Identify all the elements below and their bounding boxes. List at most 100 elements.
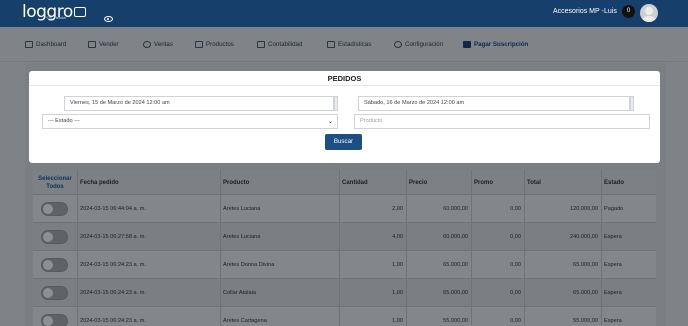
eye-icon[interactable] [104, 16, 113, 22]
buscar-button[interactable]: Buscar [325, 134, 362, 150]
main-nav: Dashboard Vender Ventas Productos Contab… [0, 27, 688, 62]
cell-total: 55.000,00 [524, 307, 601, 326]
cell-estado: Pagado [601, 195, 656, 223]
cell-producto: Collar Atalaia [220, 279, 339, 307]
nav-label: Ventas [154, 40, 173, 48]
cell-estado: Espera [601, 223, 656, 251]
date-from-addon[interactable] [334, 96, 338, 111]
cell-total: 65.000,00 [524, 251, 601, 279]
table-row[interactable]: 2024-03-15 06:24:23 a. m. Collar Atalaia… [33, 279, 656, 307]
nav-label: Dashboard [36, 40, 67, 48]
cell-promo: 0,00 [471, 251, 524, 279]
col-fecha-pedido[interactable]: Fecha pedido [77, 170, 220, 195]
row-select-toggle[interactable] [41, 230, 68, 244]
cell-cantidad: 2,00 [339, 195, 406, 223]
table-header: Seleccionar Todos Fecha pedido Producto … [33, 170, 656, 195]
date-to-field[interactable]: Sábado, 16 de Marzo de 2024 12:00 am [358, 96, 630, 111]
cell-producto: Aretes Cartagena [220, 307, 339, 326]
cell-producto: Aretes Luciana [220, 195, 339, 223]
nav-productos[interactable]: Productos [195, 39, 234, 49]
avatar[interactable] [640, 4, 658, 22]
nav-label: Configuración [405, 40, 444, 48]
notification-badge[interactable]: 0 [622, 5, 635, 18]
nav-estadisticas[interactable]: Estadísticas [327, 39, 371, 49]
select-all-label: Todos [46, 183, 64, 190]
date-from-field[interactable]: Viernes, 15 de Marzo de 2024 12:00 am [64, 96, 334, 111]
cell-cantidad: 4,00 [339, 223, 406, 251]
select-all-label: Seleccionar [38, 175, 72, 182]
estado-select[interactable]: --- Estado --- ⌄ [42, 114, 338, 129]
row-select-toggle[interactable] [41, 286, 68, 300]
page-title: PEDIDOS [327, 74, 362, 83]
col-total[interactable]: Total [524, 170, 601, 195]
cell-total: 65.000,00 [524, 279, 601, 307]
select-all-header[interactable]: Seleccionar Todos [33, 170, 77, 195]
nav-ventas[interactable]: Ventas [143, 39, 173, 49]
dollar-icon [143, 40, 151, 48]
col-producto[interactable]: Producto [220, 170, 339, 195]
logo-subtitle: POS Tienda [44, 15, 66, 20]
divider [29, 85, 660, 86]
store-selector[interactable]: Accesorios MP - [553, 8, 604, 15]
row-select-toggle[interactable] [41, 314, 68, 326]
nav-label: Contabilidad [268, 40, 303, 48]
user-name[interactable]: Luis [604, 8, 617, 15]
estado-selected-value: --- Estado --- [48, 118, 80, 124]
cell-precio: 55.000,00 [406, 307, 471, 326]
table-row[interactable]: 2024-03-15 06:24:23 a. m. Aretes Donna D… [33, 251, 656, 279]
table-row[interactable]: 2024-03-15 06:44:04 a. m. Aretes Luciana… [33, 195, 656, 223]
cell-fecha: 2024-03-15 06:24:23 a. m. [77, 251, 220, 279]
col-promo[interactable]: Promo [471, 170, 524, 195]
cell-precio: 60.000,00 [406, 195, 471, 223]
col-estado[interactable]: Estado [601, 170, 656, 195]
cell-estado: Espera [601, 279, 656, 307]
card-icon [463, 40, 471, 48]
cell-total: 120.000,00 [524, 195, 601, 223]
chart-icon [327, 40, 335, 48]
basket-icon [195, 40, 203, 48]
cell-cantidad: 1,00 [339, 307, 406, 326]
row-toggle-cell [33, 307, 77, 326]
nav-dashboard[interactable]: Dashboard [25, 39, 66, 49]
cell-promo: 0,00 [471, 307, 524, 326]
table-row[interactable]: 2024-03-15 06:24:23 a. m. Aretes Cartage… [33, 307, 656, 326]
table-row[interactable]: 2024-03-15 06:27:58 a. m. Aretes Luciana… [33, 223, 656, 251]
row-toggle-cell [33, 195, 77, 223]
cell-promo: 0,00 [471, 195, 524, 223]
cell-estado: Espera [601, 307, 656, 326]
cart-logo-icon [73, 7, 86, 17]
cell-fecha: 2024-03-15 06:24:23 a. m. [77, 279, 220, 307]
cell-producto: Aretes Luciana [220, 223, 339, 251]
nav-label: Pagar Suscripción [474, 40, 529, 48]
row-toggle-cell [33, 279, 77, 307]
loggro-logo[interactable]: loggro [22, 3, 86, 23]
nav-pagar-suscripcion[interactable]: Pagar Suscripción [463, 39, 528, 49]
cell-fecha: 2024-03-15 06:24:23 a. m. [77, 307, 220, 326]
nav-label: Productos [206, 40, 234, 48]
cart-icon [88, 40, 96, 48]
col-cantidad[interactable]: Cantidad [339, 170, 406, 195]
cell-promo: 0,00 [471, 223, 524, 251]
cell-cantidad: 1,00 [339, 279, 406, 307]
nav-contabilidad[interactable]: Contabilidad [257, 39, 302, 49]
dashboard-icon [25, 40, 33, 48]
cell-precio: 65.000,00 [406, 279, 471, 307]
nav-vender[interactable]: Vender [88, 39, 119, 49]
cell-precio: 65.000,00 [406, 251, 471, 279]
top-header: loggro POS Tienda Accesorios MP - Luis 0 [0, 0, 688, 27]
nav-configuracion[interactable]: Configuración [394, 39, 443, 49]
producto-input[interactable]: Producto [354, 114, 650, 129]
cell-cantidad: 1,00 [339, 251, 406, 279]
cell-fecha: 2024-03-15 06:27:58 a. m. [77, 223, 220, 251]
row-select-toggle[interactable] [41, 258, 68, 272]
gear-icon [394, 40, 402, 48]
row-select-toggle[interactable] [41, 202, 68, 216]
cell-estado: Espera [601, 251, 656, 279]
date-to-addon[interactable] [630, 96, 634, 111]
col-precio[interactable]: Precio [406, 170, 471, 195]
cell-fecha: 2024-03-15 06:44:04 a. m. [77, 195, 220, 223]
book-icon [257, 40, 265, 48]
chevron-down-icon: ⌄ [327, 119, 333, 125]
row-toggle-cell [33, 251, 77, 279]
nav-label: Vender [99, 40, 119, 48]
